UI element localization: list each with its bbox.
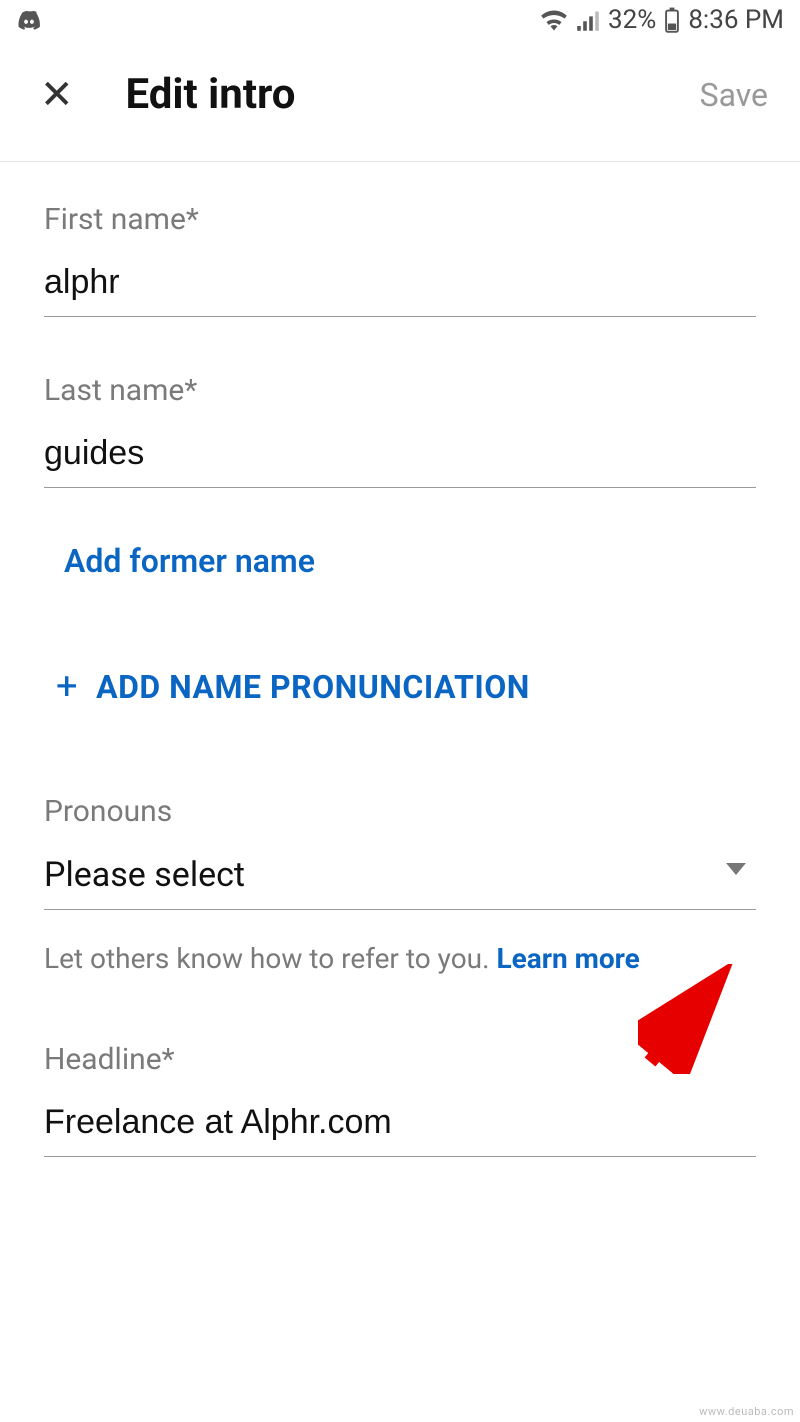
learn-more-link[interactable]: Learn more [496, 942, 639, 975]
battery-icon [664, 7, 680, 33]
first-name-field: First name* [44, 202, 756, 317]
close-icon[interactable]: ✕ [40, 75, 74, 115]
signal-icon [576, 9, 600, 31]
discord-icon [16, 9, 42, 31]
save-button[interactable]: Save [700, 76, 768, 114]
pronouns-section: Pronouns Please select Let others know h… [44, 794, 756, 980]
status-left [16, 9, 42, 31]
first-name-input[interactable] [44, 255, 756, 317]
status-right: 32% 8:36 PM [540, 5, 784, 35]
pronouns-helper-text: Let others know how to refer to you. [44, 942, 496, 975]
form: First name* Last name* Add former name +… [0, 162, 800, 1157]
page-title: Edit intro [126, 70, 296, 119]
pronouns-helper: Let others know how to refer to you. Lea… [44, 938, 756, 980]
add-former-name-link[interactable]: Add former name [64, 542, 315, 580]
add-name-pronunciation-button[interactable]: + ADD NAME PRONUNCIATION [56, 668, 756, 706]
header-left: ✕ Edit intro [40, 70, 296, 119]
header: ✕ Edit intro Save [0, 40, 800, 162]
last-name-input[interactable] [44, 426, 756, 488]
last-name-field: Last name* [44, 373, 756, 488]
pronouns-label: Pronouns [44, 794, 756, 829]
headline-label: Headline* [44, 1042, 756, 1077]
headline-input[interactable] [44, 1095, 756, 1157]
last-name-label: Last name* [44, 373, 756, 408]
wifi-icon [540, 9, 568, 31]
add-pronunciation-label: ADD NAME PRONUNCIATION [96, 668, 530, 706]
plus-icon: + [56, 668, 78, 706]
battery-percent: 32% [608, 5, 656, 35]
headline-section: Headline* [44, 1042, 756, 1157]
pronouns-value: Please select [44, 855, 245, 895]
first-name-label: First name* [44, 202, 756, 237]
chevron-down-icon [726, 863, 746, 875]
status-bar: 32% 8:36 PM [0, 0, 800, 40]
pronouns-select[interactable]: Please select [44, 847, 756, 910]
clock-time: 8:36 PM [688, 5, 784, 35]
watermark: www.deuaba.com [699, 1405, 794, 1418]
